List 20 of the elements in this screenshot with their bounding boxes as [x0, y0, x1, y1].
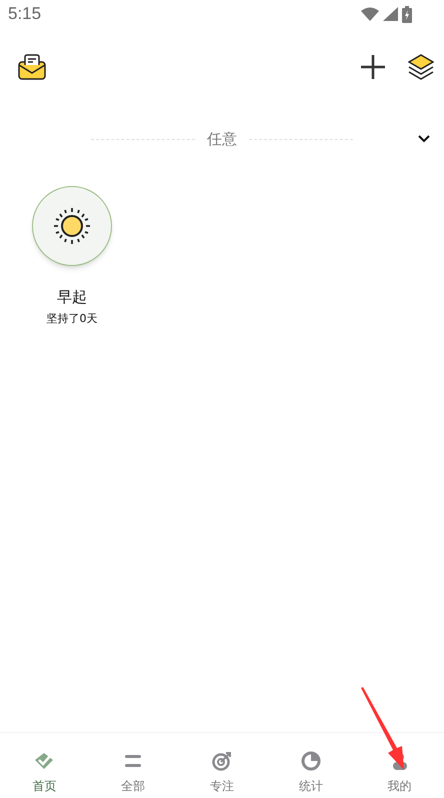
tab[interactable]: 专注: [178, 733, 266, 798]
battery-icon: [402, 6, 412, 22]
filter-label: 任意: [207, 128, 237, 150]
check-stack-icon: [33, 751, 56, 771]
tab[interactable]: 全部: [88, 733, 178, 798]
status-time: 5:15: [8, 3, 42, 26]
wifi-icon: [361, 7, 379, 21]
habit-streak: 坚持了0天: [46, 310, 98, 326]
tab[interactable]: 统计: [266, 733, 356, 798]
add-icon[interactable]: [360, 54, 386, 80]
sun-icon: [52, 206, 92, 246]
signal-icon: [383, 7, 398, 21]
target-icon: [212, 751, 232, 771]
list-icon: [124, 754, 142, 768]
layers-icon[interactable]: [408, 54, 434, 80]
chevron-down-icon[interactable]: [418, 135, 430, 143]
mail-icon[interactable]: [18, 54, 46, 80]
habit-name: 早起: [57, 287, 87, 308]
tab[interactable]: 首页: [0, 733, 89, 798]
pie-chart-icon: [300, 751, 321, 771]
